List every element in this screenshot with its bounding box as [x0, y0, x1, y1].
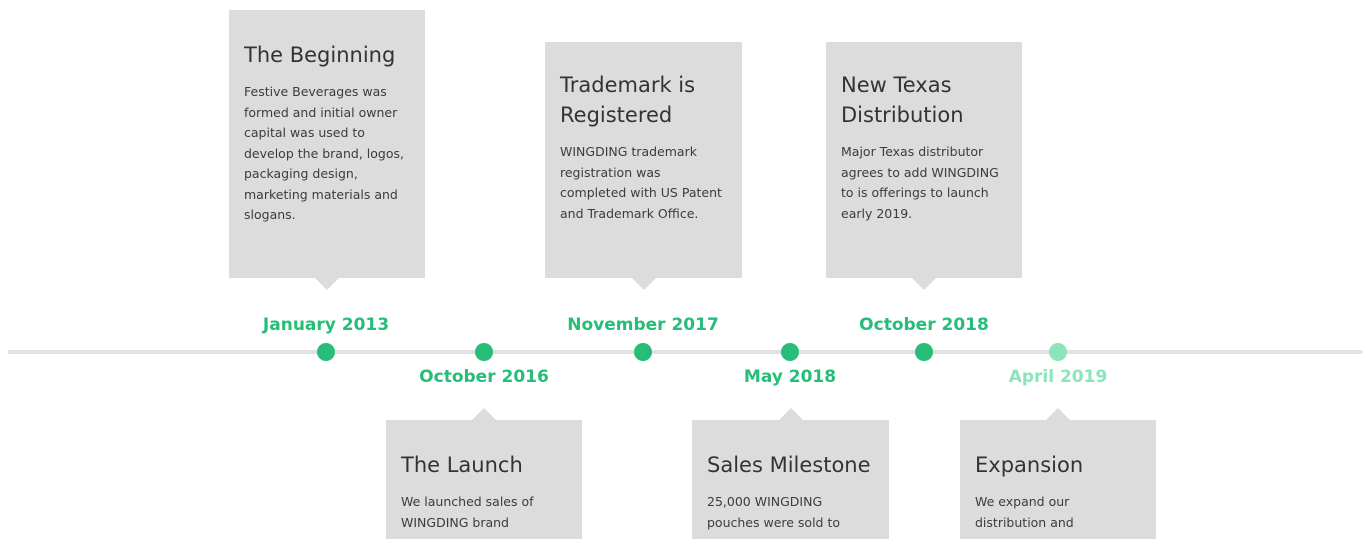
milestone-title: Expansion	[975, 453, 1084, 477]
milestone-description: We expand our distribution and	[975, 494, 1074, 530]
milestone-title: The Beginning	[244, 43, 396, 67]
milestone-card-launch: The Launch We launched sales of WINGDING…	[386, 408, 582, 539]
milestone-dot-jan-2013[interactable]	[317, 343, 335, 361]
milestone-card-expansion: Expansion We expand our distribution and	[960, 408, 1156, 539]
milestone-title: The Launch	[401, 453, 523, 477]
milestone-card-texas: New Texas Distribution Major Texas distr…	[826, 42, 1022, 290]
milestone-description: WINGDING trademark registration was comp…	[560, 144, 722, 221]
milestone-description: Major Texas distributor agrees to add WI…	[841, 144, 999, 221]
milestone-date-oct-2016: October 2016	[419, 367, 549, 387]
milestone-dot-may-2018[interactable]	[781, 343, 799, 361]
milestone-date-may-2018: May 2018	[743, 367, 837, 387]
milestone-card-trademark: Trademark is Registered WINGDING tradema…	[545, 42, 742, 290]
milestone-dot-apr-2019[interactable]	[1049, 343, 1067, 361]
milestone-title: Trademark is Registered	[560, 73, 696, 127]
milestone-card-sales: Sales Milestone 25,000 WINGDING pouches …	[692, 408, 889, 539]
milestone-dot-oct-2016[interactable]	[475, 343, 493, 361]
milestone-date-nov-2017: November 2017	[567, 315, 719, 335]
milestone-description: Festive Beverages was formed and initial…	[244, 84, 404, 222]
timeline-axis	[8, 350, 1362, 354]
milestone-date-apr-2019: April 2019	[1008, 367, 1108, 387]
milestone-title: Sales Milestone	[707, 453, 871, 477]
milestone-dot-nov-2017[interactable]	[634, 343, 652, 361]
milestone-dot-oct-2018[interactable]	[915, 343, 933, 361]
milestone-date-oct-2018: October 2018	[859, 315, 989, 335]
milestone-card-beginning: The Beginning Festive Beverages was form…	[229, 10, 425, 290]
milestone-date-jan-2013: January 2013	[262, 315, 390, 335]
milestone-title: New Texas Distribution	[841, 73, 964, 127]
milestone-description: We launched sales of WINGDING brand	[401, 494, 534, 530]
milestone-description: 25,000 WINGDING pouches were sold to	[707, 494, 841, 530]
